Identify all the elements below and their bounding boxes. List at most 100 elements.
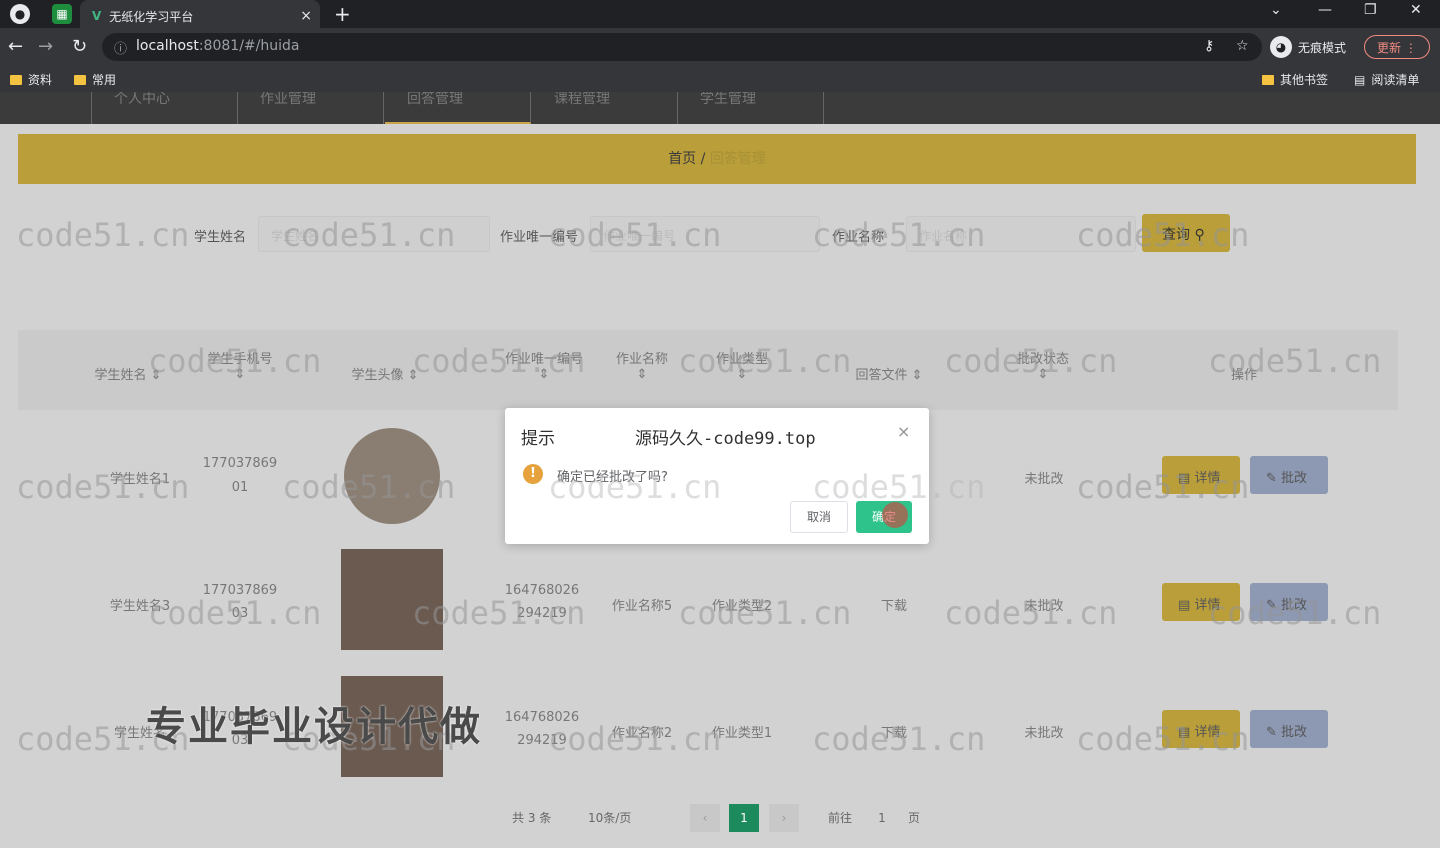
col-hw-name[interactable]: 作业名称 ⇕ [608,348,676,382]
watermark: code51.cn [282,216,456,254]
url-path: :8081/#/huida [198,38,300,54]
browser-menu-icon[interactable]: ● [10,4,30,24]
pagination-total: 共 3 条 [512,811,552,825]
watermark: code51.cn [812,468,986,506]
goto-page-input[interactable]: 1 [868,804,896,832]
goto-prefix: 前往 [828,811,853,825]
watermark: code51.cn [1076,468,1250,506]
watermark: code51.cn [148,342,322,380]
grade-label: 批改 [1281,725,1308,740]
grade-button[interactable]: ✎ 批改 [1250,710,1328,748]
watermark: code51.cn [16,468,190,506]
watermark: code51.cn [412,594,586,632]
nav-answers[interactable]: 回答管理 [385,92,531,124]
nav-courses[interactable]: 课程管理 [532,92,678,124]
bookmark-label: 资料 [28,73,53,87]
watermark: code51.cn [148,594,322,632]
edit-icon: ✎ [1266,471,1277,486]
document-icon: ▤ [1178,598,1191,613]
bookmarks-bar: 资料 常用 其他书签 ▤ 阅读清单 [0,66,1440,92]
browser-tab-strip: ● ▦ V 无纸化学习平台 × + ⌄ — ❐ ✕ [0,0,1440,28]
col-answer-file[interactable]: 回答文件 ⇕ [844,364,934,383]
browser-toolbar: ← → ↻ ⓘ localhost:8081/#/huida ⚷ ☆ ◕ 无痕模… [0,28,1440,66]
dialog-site-label: 源码久久-code99.top [635,429,816,449]
kebab-menu-icon: ⋮ [1404,41,1417,55]
cell-phone-b: 01 [231,480,249,495]
bookmark-label: 常用 [92,73,117,87]
back-icon[interactable]: ← [8,36,23,57]
tab-close-icon[interactable]: × [300,8,312,24]
watermark: code51.cn [16,216,190,254]
bookmark-folder-1[interactable]: 资料 [10,71,52,88]
minimize-icon[interactable]: — [1318,2,1332,18]
watermark: code51.cn [548,468,722,506]
update-button[interactable]: 更新 ⋮ [1364,35,1430,59]
key-icon[interactable]: ⚷ [1204,38,1214,54]
watermark: code51.cn [1076,216,1250,254]
restore-icon[interactable]: ❐ [1364,2,1377,18]
bookmark-folder-2[interactable]: 常用 [74,71,116,88]
cell-status: 未批改 [1024,726,1064,741]
folder-icon [1262,74,1274,85]
prev-page-button[interactable]: ‹ [690,804,720,832]
reading-list-icon: ▤ [1354,72,1366,87]
page-number-current[interactable]: 1 [729,804,759,832]
watermark: code51.cn [548,720,722,758]
warning-icon: ! [523,464,543,484]
bookmark-star-icon[interactable]: ☆ [1236,38,1249,54]
watermark: code51.cn [282,468,456,506]
incognito-indicator[interactable]: ◕ 无痕模式 [1270,34,1346,60]
folder-icon [74,74,86,85]
site-info-icon[interactable]: ⓘ [114,38,127,57]
watermark: code51.cn [1208,594,1382,632]
close-window-icon[interactable]: ✕ [1410,2,1422,18]
watermark: code51.cn [944,594,1118,632]
edit-icon: ✎ [1266,725,1277,740]
tab-title: 无纸化学习平台 [109,9,194,24]
watermark: code51.cn [548,216,722,254]
dialog-close-icon[interactable]: × [897,422,910,441]
forward-icon[interactable]: → [38,36,53,57]
watermark: code51.cn [678,594,852,632]
url-host: localhost [136,38,199,54]
vue-logo-icon: V [92,9,102,23]
bookmark-label: 阅读清单 [1371,73,1420,87]
breadcrumb: 首页 / 回答管理 [18,134,1416,184]
bookmark-other[interactable]: 其他书签 [1262,71,1328,88]
nav-profile[interactable]: 个人中心 [92,92,238,124]
dialog-title: 提示 [521,429,555,449]
promo-overlay-text: 专业毕业设计代做 [146,704,482,750]
cell-phone-a: 177037869 [202,456,278,471]
watermark: code51.cn [1208,342,1382,380]
watermark: code51.cn [812,216,986,254]
reload-icon[interactable]: ↻ [72,36,87,57]
goto-suffix: 页 [908,811,921,825]
folder-icon [10,74,22,85]
nav-home[interactable]: 首页 [0,92,92,124]
tab-search-icon[interactable]: ⌄ [1270,2,1282,18]
reading-list[interactable]: ▤ 阅读清单 [1354,71,1419,88]
breadcrumb-current: 回答管理 [709,151,766,167]
cell-hw-name: 作业名称5 [611,599,673,614]
bookmark-label: 其他书签 [1280,73,1329,87]
incognito-label: 无痕模式 [1298,40,1347,55]
grade-label: 批改 [1281,471,1308,486]
top-navigation: 首页 个人中心 作业管理 回答管理 课程管理 学生管理 [0,92,1440,124]
next-page-button[interactable]: › [769,804,799,832]
update-label: 更新 [1377,41,1402,55]
sheets-tab-icon[interactable]: ▦ [52,4,72,24]
watermark: code51.cn [1076,720,1250,758]
address-bar[interactable]: ⓘ localhost:8081/#/huida [102,33,1262,61]
nav-homework[interactable]: 作业管理 [238,92,384,124]
page-size-select[interactable]: 10条/页 [588,804,672,832]
download-link[interactable]: 下载 [864,595,924,614]
watermark: code51.cn [944,342,1118,380]
new-tab-button[interactable]: + [334,2,351,26]
watermark: code51.cn [412,342,586,380]
grade-button[interactable]: ✎ 批改 [1250,456,1328,494]
nav-students[interactable]: 学生管理 [678,92,824,124]
breadcrumb-home[interactable]: 首页 [668,151,696,167]
browser-tab-active[interactable]: V 无纸化学习平台 × [80,0,320,28]
watermark: code51.cn [678,342,852,380]
cell-status: 未批改 [1024,472,1064,487]
